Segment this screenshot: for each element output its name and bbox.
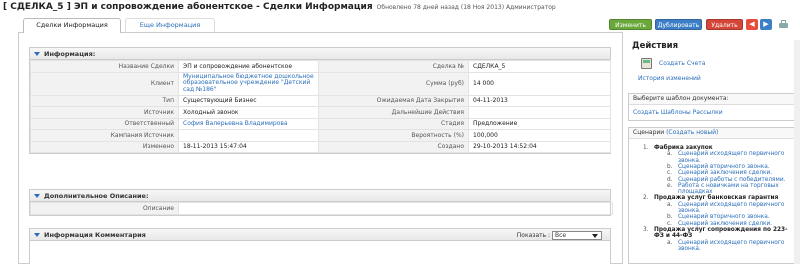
field-label: Стадия: [318, 117, 469, 130]
comments-filter-value: Все: [555, 232, 567, 239]
collapse-chevron-icon: [34, 233, 40, 237]
tab-deal-info[interactable]: Сделки Информация: [23, 18, 121, 33]
previous-record-button[interactable]: ◀: [746, 19, 758, 30]
description-table: Описание: [30, 202, 613, 215]
table-row: Источник Холодный звонок Дальнейшие Дейс…: [30, 106, 611, 119]
scenario-number: 1.: [643, 145, 649, 151]
comments-panel: Информация Комментария Показать : Все: [29, 228, 611, 264]
field-value: ЭП и сопровождение абонентское: [178, 60, 319, 73]
field-label: Дальнейшие Действия: [318, 106, 469, 119]
collapse-chevron-icon: [34, 194, 40, 198]
template-box: Выберите шаблон документа: Создать Шабло…: [628, 93, 800, 121]
field-value: 14 000: [468, 71, 611, 96]
scenario-item-number: a.: [667, 239, 673, 246]
field-label: Ответственный: [30, 117, 179, 130]
comments-filter-label: Показать :: [516, 232, 551, 239]
scenario-number: 2.: [643, 195, 649, 202]
field-value: 100,000: [468, 129, 611, 142]
field-label: Изменено: [30, 140, 179, 153]
description-panel-title: Дополнительное Описание:: [44, 192, 149, 200]
field-label: Название Сделки: [30, 60, 179, 73]
field-label: Кампания Источник: [30, 129, 179, 142]
info-table: Название Сделки ЭП и сопровождение абоне…: [30, 60, 611, 153]
field-value: Холодный звонок: [178, 106, 319, 119]
field-value: [468, 106, 611, 119]
scenarios-box: Сценарии (Создать новый) 1. Фабрика закуп…: [628, 127, 800, 264]
field-value: 29-10-2013 14:52:04: [468, 140, 611, 153]
info-panel-title: Информация:: [44, 50, 96, 58]
collapse-chevron-icon: [34, 52, 40, 56]
scenario-link[interactable]: звонка.: [678, 246, 701, 252]
description-panel-header[interactable]: Дополнительное Описание:: [30, 190, 610, 202]
scenario-item-number: a.: [667, 151, 673, 158]
field-label: Клиент: [30, 71, 179, 96]
field-value: 04-11-2013: [468, 94, 611, 107]
comments-panel-title: Информация Комментария: [44, 231, 146, 239]
table-row: Клиент Муниципальное бюджетное дошкольно…: [30, 71, 611, 96]
field-label: Источник: [30, 106, 179, 119]
page-scrollbar[interactable]: [794, 40, 800, 264]
print-icon[interactable]: [778, 19, 788, 30]
field-label: Сделка №: [318, 60, 469, 73]
right-sidebar: Действия Создать Счета История изменений…: [628, 38, 800, 264]
field-label: Сумма (руб): [318, 71, 469, 96]
description-panel: Дополнительное Описание: Описание: [29, 189, 613, 216]
title-bar: [ СДЕЛКА_5 ] ЭП и сопровождение абонентс…: [0, 0, 800, 14]
table-row: Кампания Источник Вероятность (%) 100,00…: [30, 129, 611, 142]
page-title-text: [ СДЕЛКА_5 ] ЭП и сопровождение абонентс…: [3, 2, 373, 12]
create-invoice-link[interactable]: Создать Счета: [659, 60, 705, 67]
field-label: Ожидаемая Дата Закрытия: [318, 94, 469, 107]
assigned-user-link[interactable]: София Валерьевна Владимирова: [178, 117, 319, 130]
delete-button[interactable]: Удалить: [706, 19, 743, 30]
field-label: Тип: [30, 94, 179, 107]
invoice-icon: [641, 58, 652, 69]
comments-filter: Показать : Все: [517, 230, 602, 242]
create-scenario-link[interactable]: (Создать новый): [666, 129, 718, 136]
detail-main-pane: Информация: Название Сделки ЭП и сопрово…: [18, 32, 623, 264]
edit-button[interactable]: Изменить: [609, 19, 652, 30]
actions-title: Действия: [632, 41, 679, 51]
field-label: Создано: [318, 140, 469, 153]
scenarios-title: Сценарии: [633, 129, 665, 136]
page-title: [ СДЕЛКА_5 ] ЭП и сопровождение абонентс…: [3, 2, 556, 12]
table-row: Ответственный София Валерьевна Владимиро…: [30, 117, 611, 130]
comments-filter-select[interactable]: Все: [552, 231, 602, 240]
next-record-button[interactable]: ▶: [760, 19, 772, 30]
field-value: 18-11-2013 15:47:04: [178, 140, 319, 153]
create-templates-link[interactable]: Создать Шаблоны Рассылки: [633, 109, 723, 116]
duplicate-button[interactable]: Дублировать: [655, 19, 702, 30]
change-history-link[interactable]: История изменений: [638, 75, 701, 82]
dropdown-arrow-icon: [592, 234, 598, 238]
table-row: Описание: [30, 202, 613, 215]
field-value: Существующий Бизнес: [178, 94, 319, 107]
client-link[interactable]: Муниципальное бюджетное дошкольное образ…: [178, 71, 319, 96]
template-box-title: Выберите шаблон документа:: [629, 94, 799, 105]
table-row: Тип Существующий Бизнес Ожидаемая Дата З…: [30, 94, 611, 107]
info-panel: Информация: Название Сделки ЭП и сопрово…: [29, 47, 611, 154]
field-value: [178, 129, 319, 142]
field-value: СДЕЛКА_5: [468, 60, 611, 73]
arrow-right-icon: ▶: [763, 20, 769, 28]
scenario-number: 3.: [643, 226, 649, 233]
scenarios-box-title: Сценарии (Создать новый): [629, 128, 799, 139]
field-label: Описание: [30, 202, 179, 215]
tab-more-info[interactable]: Еще Информация: [125, 18, 215, 32]
field-value: Предложение: [468, 117, 611, 130]
scenario-item-number: a.: [667, 201, 673, 208]
info-panel-header[interactable]: Информация:: [30, 48, 610, 60]
field-value: [178, 202, 613, 215]
table-row: Название Сделки ЭП и сопровождение абоне…: [30, 60, 611, 73]
field-label: Вероятность (%): [318, 129, 469, 142]
comments-panel-header[interactable]: Информация Комментария Показать : Все: [30, 229, 610, 241]
page-meta: Обновлено 78 дней назад (18 Ноя 2013) Ад…: [376, 4, 556, 11]
scenario-item-number: e.: [667, 182, 673, 189]
arrow-left-icon: ◀: [749, 20, 755, 28]
table-row: Изменено 18-11-2013 15:47:04 Создано 29-…: [30, 140, 611, 153]
